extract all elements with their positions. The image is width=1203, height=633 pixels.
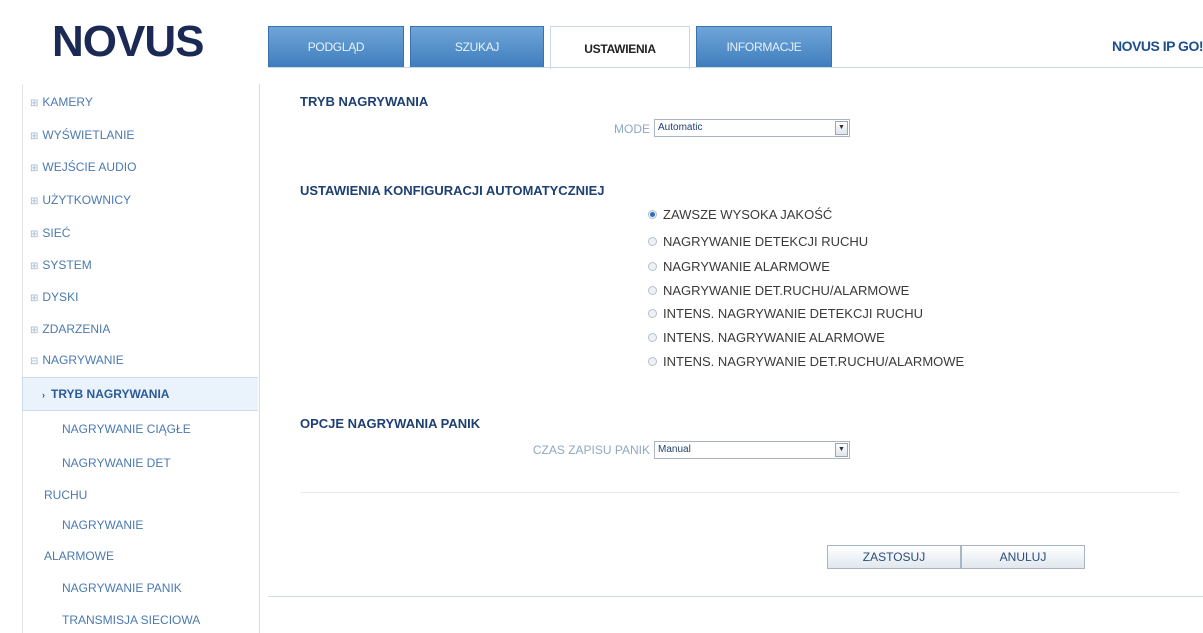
header-divider bbox=[268, 67, 1203, 68]
mode-select[interactable]: Automatic ▼ bbox=[654, 119, 850, 137]
panic-time-select[interactable]: Manual ▼ bbox=[654, 441, 850, 459]
chevron-down-icon: ▼ bbox=[835, 443, 848, 457]
sidebar-item-siec[interactable]: ⊞ SIEĆ bbox=[30, 226, 70, 240]
tab-informacje[interactable]: INFORMACJE bbox=[696, 26, 832, 67]
mode-select-value: Automatic bbox=[658, 122, 703, 133]
radio-checked-icon bbox=[648, 210, 657, 219]
radio-option-zawsze-wysoka-jakosc[interactable]: ZAWSZE WYSOKA JAKOŚĆ bbox=[648, 207, 832, 222]
sidebar-item-label: UŻYTKOWNICY bbox=[42, 193, 132, 207]
sidebar-subitem-ruchu[interactable]: RUCHU bbox=[44, 488, 87, 502]
expand-icon: ⊞ bbox=[30, 261, 39, 272]
sidebar-subitem-nagrywanie-det[interactable]: NAGRYWANIE DET bbox=[62, 456, 171, 470]
sidebar-subitem-transmisja-sieciowa[interactable]: TRANSMISJA SIECIOWA bbox=[62, 613, 200, 627]
sidebar-item-wyswietlanie[interactable]: ⊞ WYŚWIETLANIE bbox=[30, 128, 134, 142]
section-title-opcje-nagrywania-panik: OPCJE NAGRYWANIA PANIK bbox=[300, 416, 481, 431]
cancel-button[interactable]: ANULUJ bbox=[961, 545, 1085, 569]
radio-option-intens-nagrywanie-alarmowe[interactable]: INTENS. NAGRYWANIE ALARMOWE bbox=[648, 330, 885, 345]
expand-icon: ⊞ bbox=[30, 98, 39, 109]
sidebar-item-label: SYSTEM bbox=[42, 258, 92, 272]
sidebar-item-system[interactable]: ⊞ SYSTEM bbox=[30, 258, 92, 272]
radio-option-intens-nagrywanie-detekcji-ruchu[interactable]: INTENS. NAGRYWANIE DETEKCJI RUCHU bbox=[648, 306, 923, 321]
novus-logo: NOVUS bbox=[52, 17, 204, 66]
radio-unchecked-icon bbox=[648, 286, 657, 295]
radio-label: NAGRYWANIE DETEKCJI RUCHU bbox=[663, 234, 869, 249]
collapse-icon: ⊟ bbox=[30, 356, 39, 367]
sidebar-item-uzytkownicy[interactable]: ⊞ UŻYTKOWNICY bbox=[30, 193, 131, 207]
expand-icon: ⊞ bbox=[30, 325, 39, 336]
panic-time-select-value: Manual bbox=[658, 444, 691, 455]
radio-label: ZAWSZE WYSOKA JAKOŚĆ bbox=[663, 207, 833, 222]
expand-icon: ⊞ bbox=[30, 293, 39, 304]
expand-icon: ⊞ bbox=[30, 196, 39, 207]
header: NOVUS PODGLĄD SZUKAJ USTAWIENIA INFORMAC… bbox=[0, 0, 1203, 80]
radio-unchecked-icon bbox=[648, 237, 657, 246]
radio-label: NAGRYWANIE ALARMOWE bbox=[663, 259, 830, 274]
main-bottom-border bbox=[268, 596, 1203, 597]
radio-unchecked-icon bbox=[648, 262, 657, 271]
sidebar-subitem-label: TRYB NAGRYWANIA bbox=[51, 387, 170, 401]
radio-label: NAGRYWANIE DET.RUCHU/ALARMOWE bbox=[663, 283, 910, 298]
content-divider bbox=[300, 492, 1180, 493]
tab-szukaj[interactable]: SZUKAJ bbox=[410, 26, 544, 67]
radio-label: INTENS. NAGRYWANIE DETEKCJI RUCHU bbox=[663, 306, 924, 321]
section-title-tryb-nagrywania: TRYB NAGRYWANIA bbox=[300, 94, 429, 109]
mode-label: MODE bbox=[614, 122, 650, 136]
chevron-right-icon: › bbox=[42, 390, 45, 400]
tab-ustawienia[interactable]: USTAWIENIA bbox=[550, 26, 690, 70]
sidebar-item-label: ZDARZENIA bbox=[42, 322, 111, 336]
expand-icon: ⊞ bbox=[30, 229, 39, 240]
sidebar-item-label: KAMERY bbox=[42, 95, 93, 109]
main-tabs: PODGLĄD SZUKAJ USTAWIENIA INFORMACJE bbox=[268, 26, 832, 70]
sidebar-item-wejscie-audio[interactable]: ⊞ WEJŚCIE AUDIO bbox=[30, 160, 136, 174]
sidebar-subitem-alarmowe[interactable]: ALARMOWE bbox=[44, 549, 114, 563]
sidebar-subitem-nagrywanie-panik[interactable]: NAGRYWANIE PANIK bbox=[62, 581, 182, 595]
sidebar-item-label: WYŚWIETLANIE bbox=[42, 128, 135, 142]
sidebar-subitem-tryb-nagrywania[interactable]: › TRYB NAGRYWANIA bbox=[42, 387, 169, 401]
sidebar-item-label: NAGRYWANIE bbox=[42, 353, 124, 367]
radio-option-nagrywanie-det-ruchu-alarmowe[interactable]: NAGRYWANIE DET.RUCHU/ALARMOWE bbox=[648, 283, 909, 298]
tab-podglad[interactable]: PODGLĄD bbox=[268, 26, 404, 67]
radio-label: INTENS. NAGRYWANIE ALARMOWE bbox=[663, 330, 885, 345]
sidebar-item-label: WEJŚCIE AUDIO bbox=[42, 160, 137, 174]
sidebar-subitem-nagrywanie-ciagle[interactable]: NAGRYWANIE CIĄGŁE bbox=[62, 422, 191, 436]
radio-option-nagrywanie-detekcji-ruchu[interactable]: NAGRYWANIE DETEKCJI RUCHU bbox=[648, 234, 868, 249]
apply-button[interactable]: ZASTOSUJ bbox=[827, 545, 961, 569]
expand-icon: ⊞ bbox=[30, 163, 39, 174]
sidebar-item-dyski[interactable]: ⊞ DYSKI bbox=[30, 290, 78, 304]
sidebar-item-nagrywanie[interactable]: ⊟ NAGRYWANIE bbox=[30, 353, 124, 367]
radio-option-intens-nagrywanie-det-ruchu-alarmowe[interactable]: INTENS. NAGRYWANIE DET.RUCHU/ALARMOWE bbox=[648, 354, 964, 369]
sidebar-subitem-nagrywanie[interactable]: NAGRYWANIE bbox=[62, 518, 143, 532]
panic-time-label: CZAS ZAPISU PANIK bbox=[532, 443, 650, 457]
radio-unchecked-icon bbox=[648, 333, 657, 342]
sidebar-item-kamery[interactable]: ⊞ KAMERY bbox=[30, 95, 93, 109]
radio-unchecked-icon bbox=[648, 309, 657, 318]
product-name: NOVUS IP GO! bbox=[1112, 38, 1203, 54]
chevron-down-icon: ▼ bbox=[835, 121, 848, 135]
sidebar-item-label: DYSKI bbox=[42, 290, 79, 304]
sidebar-item-label: SIEĆ bbox=[42, 226, 71, 240]
sidebar-item-zdarzenia[interactable]: ⊞ ZDARZENIA bbox=[30, 322, 110, 336]
radio-option-nagrywanie-alarmowe[interactable]: NAGRYWANIE ALARMOWE bbox=[648, 259, 830, 274]
radio-label: INTENS. NAGRYWANIE DET.RUCHU/ALARMOWE bbox=[663, 354, 965, 369]
logo-text: NOVUS bbox=[52, 17, 204, 66]
expand-icon: ⊞ bbox=[30, 131, 39, 142]
section-title-konfiguracja-automatyczna: USTAWIENIA KONFIGURACJI AUTOMATYCZNIEJ bbox=[300, 183, 605, 198]
radio-unchecked-icon bbox=[648, 357, 657, 366]
